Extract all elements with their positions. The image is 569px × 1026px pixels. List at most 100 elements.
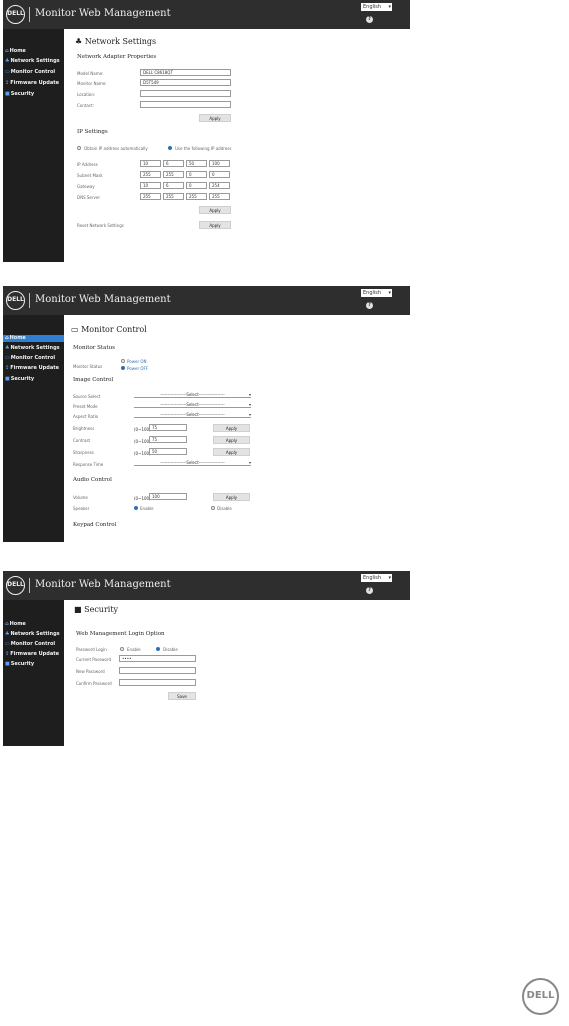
lock-icon: ■ bbox=[5, 91, 10, 97]
confirm-password-label: Confirm Password bbox=[76, 681, 112, 686]
sharpness-apply-button[interactable]: Apply bbox=[213, 448, 250, 456]
current-password-field[interactable]: •••• bbox=[119, 655, 196, 662]
brightness-input[interactable]: 75 bbox=[149, 424, 187, 431]
mask-octet[interactable]: 255 bbox=[163, 171, 184, 178]
select-value: ------------------Select----------------… bbox=[160, 460, 225, 465]
page-title-text: Security bbox=[84, 605, 119, 614]
section-heading: IP Settings bbox=[77, 129, 108, 135]
ip-octet[interactable]: 100 bbox=[209, 160, 230, 167]
response-time-select[interactable]: ------------------Select----------------… bbox=[134, 460, 251, 466]
gateway-octet[interactable]: 254 bbox=[209, 182, 230, 189]
question-icon[interactable]: ? bbox=[366, 587, 373, 594]
sidebar-item-monitor-control[interactable]: ▭Monitor Control bbox=[3, 69, 64, 76]
upload-icon: ⇪ bbox=[5, 365, 10, 371]
sidebar-item-home[interactable]: ⌂Home bbox=[3, 621, 64, 628]
sidebar-item-security[interactable]: ■Security bbox=[3, 91, 64, 98]
chevron-down-icon: ▾ bbox=[388, 4, 391, 10]
security-screenshot: DELL Monitor Web Management English ▾ ? ⌂… bbox=[3, 571, 410, 746]
question-icon[interactable]: ? bbox=[366, 302, 373, 309]
power-on-radio[interactable] bbox=[121, 359, 125, 363]
section-heading: Monitor Status bbox=[73, 345, 115, 351]
mask-octet[interactable]: 0 bbox=[209, 171, 230, 178]
dhcp-radio[interactable] bbox=[77, 146, 81, 150]
monitor-icon: ▭ bbox=[71, 325, 82, 334]
question-icon[interactable]: ? bbox=[366, 16, 373, 23]
upload-icon: ⇪ bbox=[5, 651, 10, 657]
sharpness-input[interactable]: 50 bbox=[149, 448, 187, 455]
login-disable-label: Disable bbox=[163, 647, 178, 652]
dell-footer-logo: DELL bbox=[522, 978, 559, 1015]
new-password-field[interactable] bbox=[119, 667, 196, 674]
network-icon: ♣ bbox=[5, 631, 10, 637]
sidebar-item-label: Network Settings bbox=[10, 345, 60, 351]
language-select[interactable]: English ▾ bbox=[361, 289, 392, 297]
sidebar-item-home[interactable]: ⌂Home bbox=[3, 48, 64, 55]
sidebar-item-network-settings[interactable]: ♣Network Settings bbox=[3, 631, 64, 638]
page-title: ♣ Network Settings bbox=[75, 37, 156, 46]
contact-field[interactable] bbox=[140, 101, 231, 108]
dns-octet[interactable]: 255 bbox=[163, 193, 184, 200]
static-ip-radio[interactable] bbox=[168, 146, 172, 150]
dns-octet[interactable]: 255 bbox=[186, 193, 207, 200]
login-enable-radio[interactable] bbox=[120, 647, 124, 651]
language-select[interactable]: English ▾ bbox=[361, 574, 392, 582]
brightness-apply-button[interactable]: Apply bbox=[213, 424, 250, 432]
sidebar-item-firmware-update[interactable]: ⇪Firmware Update bbox=[3, 651, 64, 658]
sidebar-item-label: Monitor Control bbox=[10, 355, 56, 361]
speaker-enable-radio[interactable] bbox=[134, 506, 138, 510]
ip-octet[interactable]: 6 bbox=[163, 160, 184, 167]
speaker-label: Speaker bbox=[73, 506, 90, 511]
apply-button[interactable]: Apply bbox=[199, 206, 231, 214]
lock-icon: ■ bbox=[5, 661, 10, 667]
apply-button[interactable]: Apply bbox=[199, 114, 231, 122]
language-select[interactable]: English ▾ bbox=[361, 3, 392, 11]
sidebar-item-home[interactable]: ⌂Home bbox=[3, 335, 64, 342]
gateway-octet[interactable]: 10 bbox=[140, 182, 161, 189]
contrast-apply-button[interactable]: Apply bbox=[213, 436, 250, 444]
preset-mode-label: Preset Mode bbox=[73, 404, 98, 409]
select-value: ------------------Select----------------… bbox=[160, 412, 225, 417]
ip-octet[interactable]: 10 bbox=[140, 160, 161, 167]
sidebar-item-label: Home bbox=[9, 621, 26, 627]
power-off-label: Power OFF bbox=[127, 366, 149, 371]
mask-octet[interactable]: 255 bbox=[140, 171, 161, 178]
dns-octet[interactable]: 255 bbox=[140, 193, 161, 200]
gateway-octet[interactable]: 6 bbox=[163, 182, 184, 189]
speaker-disable-radio[interactable] bbox=[211, 506, 215, 510]
location-field[interactable] bbox=[140, 90, 231, 97]
monitor-icon: ▭ bbox=[5, 641, 10, 647]
mask-octet[interactable]: 0 bbox=[186, 171, 207, 178]
ip-octet[interactable]: 50 bbox=[186, 160, 207, 167]
sidebar-item-security[interactable]: ■Security bbox=[3, 376, 64, 383]
preset-mode-select[interactable]: ------------------Select----------------… bbox=[134, 402, 251, 408]
aspect-ratio-select[interactable]: ------------------Select----------------… bbox=[134, 412, 251, 418]
model-name-field[interactable]: DELL C8618QT bbox=[140, 69, 231, 76]
volume-apply-button[interactable]: Apply bbox=[213, 493, 250, 501]
section-heading: Keypad Control bbox=[73, 522, 117, 528]
current-password-label: Current Password bbox=[76, 657, 111, 662]
chevron-down-icon: ▾ bbox=[248, 402, 251, 407]
gateway-octet[interactable]: 0 bbox=[186, 182, 207, 189]
confirm-password-field[interactable] bbox=[119, 679, 196, 686]
sidebar-item-monitor-control[interactable]: ▭Monitor Control bbox=[3, 355, 64, 362]
monitor-content: ▭ Monitor Control Monitor Status Monitor… bbox=[64, 315, 410, 542]
sidebar-item-firmware-update[interactable]: ⇪Firmware Update bbox=[3, 365, 64, 372]
contrast-input[interactable]: 75 bbox=[149, 436, 187, 443]
sidebar-item-network-settings[interactable]: ♣Network Settings bbox=[3, 58, 64, 65]
power-off-radio[interactable] bbox=[121, 366, 125, 370]
chevron-down-icon: ▾ bbox=[248, 392, 251, 397]
sidebar-item-monitor-control[interactable]: ▭Monitor Control bbox=[3, 641, 64, 648]
source-select[interactable]: ------------------Select----------------… bbox=[134, 392, 251, 398]
subnet-mask-label: Subnet Mask bbox=[77, 173, 103, 178]
login-disable-radio[interactable] bbox=[156, 647, 160, 651]
sidebar-item-firmware-update[interactable]: ⇪Firmware Update bbox=[3, 80, 64, 87]
reset-apply-button[interactable]: Apply bbox=[199, 221, 231, 229]
monitor-name-field[interactable]: D5T549 bbox=[140, 79, 231, 86]
volume-input[interactable]: 100 bbox=[149, 493, 187, 500]
sidebar-item-security[interactable]: ■Security bbox=[3, 661, 64, 668]
dns-octet[interactable]: 255 bbox=[209, 193, 230, 200]
sidebar-item-network-settings[interactable]: ♣Network Settings bbox=[3, 345, 64, 352]
sidebar-item-label: Home bbox=[9, 335, 26, 341]
save-button[interactable]: Save bbox=[168, 692, 196, 700]
language-value: English bbox=[363, 290, 382, 296]
